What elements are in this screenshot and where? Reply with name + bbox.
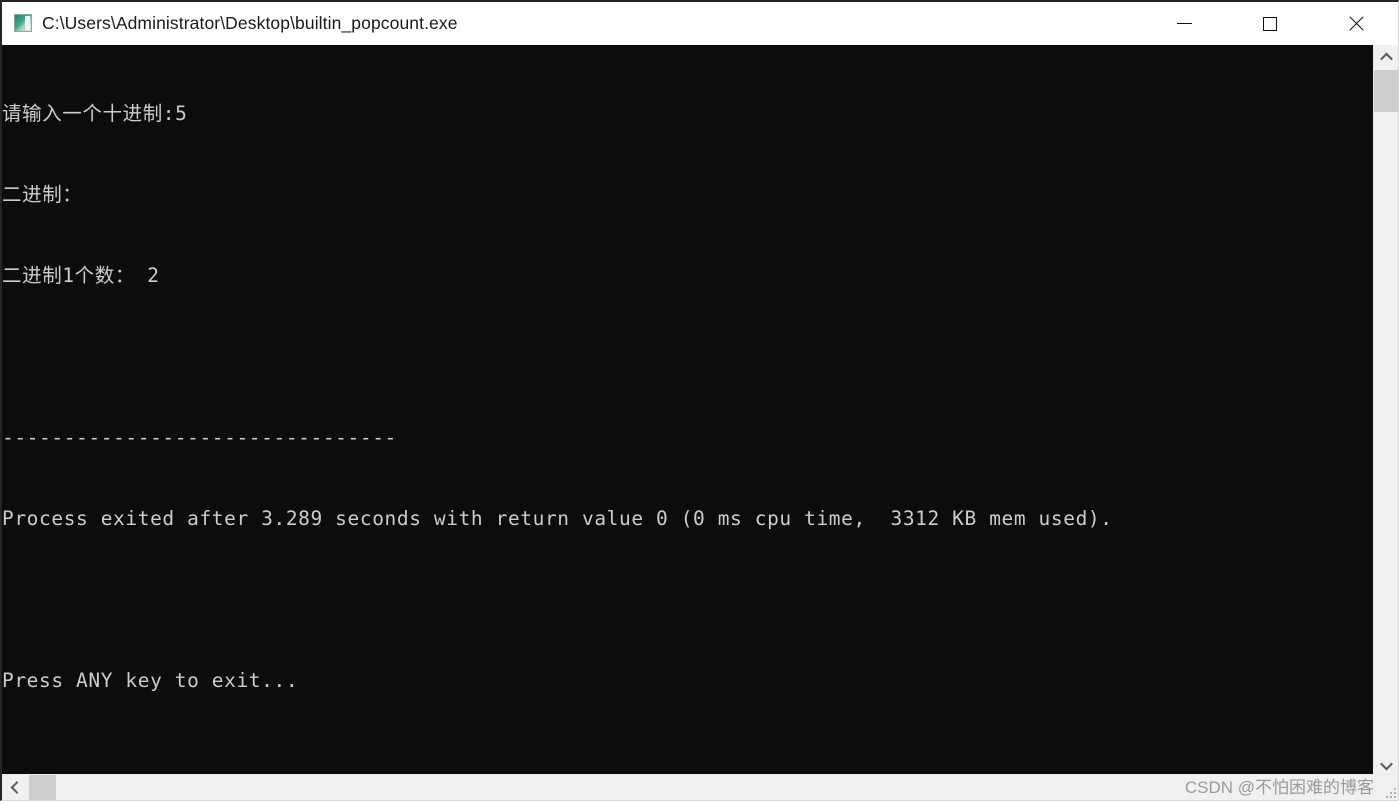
console-app-icon [14, 14, 32, 32]
vertical-scrollbar[interactable] [1373, 45, 1398, 777]
window-controls [1141, 2, 1398, 45]
console-window: C:\Users\Administrator\Desktop\builtin_p… [0, 0, 1399, 801]
horizontal-scroll-thumb[interactable] [29, 775, 56, 800]
scroll-left-button[interactable] [2, 775, 28, 800]
maximize-button[interactable] [1227, 2, 1313, 45]
console-output-area[interactable]: 请输入一个十进制:5 二进制： 二进制1个数： 2 --------------… [2, 45, 1374, 777]
console-exit-line: Process exited after 3.289 seconds with … [2, 507, 1113, 530]
window-title: C:\Users\Administrator\Desktop\builtin_p… [42, 12, 458, 33]
console-press-key-line: Press ANY key to exit... [2, 669, 299, 692]
close-button[interactable] [1313, 2, 1398, 45]
console-line: 二进制： [2, 183, 83, 206]
minimize-icon [1176, 23, 1192, 24]
console-separator-line: -------------------------------- [2, 426, 397, 449]
chevron-left-icon [10, 781, 23, 794]
vertical-scroll-thumb[interactable] [1374, 70, 1398, 112]
title-bar[interactable]: C:\Users\Administrator\Desktop\builtin_p… [2, 2, 1398, 45]
console-text: 请输入一个十进制:5 二进制： 二进制1个数： 2 --------------… [2, 45, 1374, 748]
chevron-up-icon [1380, 52, 1393, 65]
resize-grip[interactable] [1384, 786, 1396, 798]
chevron-down-icon [1380, 757, 1393, 770]
close-icon [1348, 16, 1364, 32]
horizontal-scrollbar[interactable] [2, 774, 1398, 800]
scroll-up-button[interactable] [1374, 45, 1398, 69]
console-line: 请输入一个十进制:5 [2, 102, 188, 125]
maximize-icon [1263, 16, 1277, 31]
minimize-button[interactable] [1141, 2, 1227, 45]
console-line: 二进制1个数： 2 [2, 264, 160, 287]
